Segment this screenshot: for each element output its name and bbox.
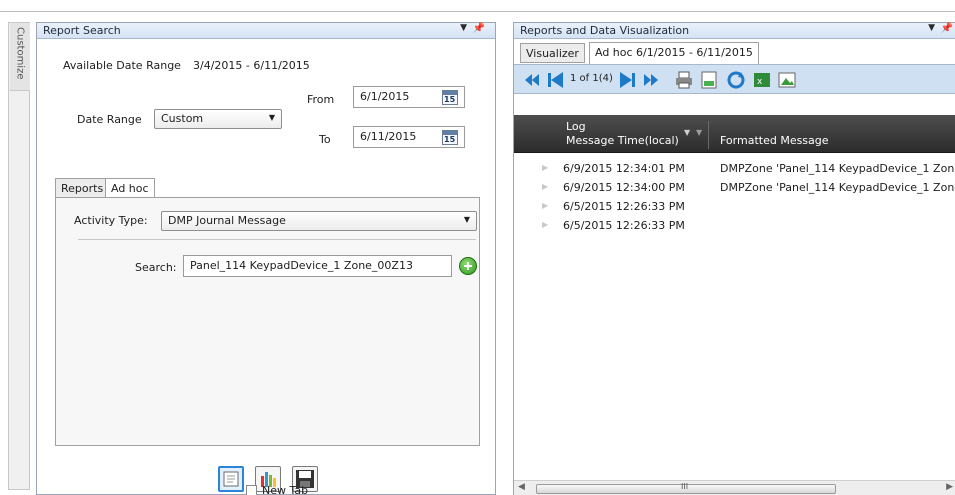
row-expander-icon[interactable]: ▶ (542, 220, 548, 229)
tab-ad-hoc-result[interactable]: Ad hoc 6/1/2015 - 6/11/2015 (589, 42, 759, 64)
report-view-button[interactable] (218, 466, 244, 492)
sort-arrow-icon[interactable]: ▼ (684, 128, 690, 137)
row-time: 6/5/2015 12:26:33 PM (563, 200, 685, 213)
to-label: To (319, 133, 331, 146)
chevron-down-icon: ▼ (463, 215, 470, 224)
tab-reports[interactable]: Reports (55, 178, 110, 198)
visualization-titlebar: Reports and Data Visualization ▼ 📌 (514, 23, 955, 39)
next-page-icon[interactable] (618, 70, 638, 90)
date-range-label: Date Range (77, 113, 142, 126)
date-range-value: Custom (161, 112, 204, 125)
row-time: 6/5/2015 12:26:33 PM (563, 219, 685, 232)
window-top-border (0, 0, 955, 12)
divider (78, 239, 476, 240)
from-date-value: 6/1/2015 (360, 90, 410, 103)
chevron-down-icon: ▼ (268, 113, 275, 122)
last-page-icon[interactable] (641, 70, 661, 90)
new-tab-label: New Tab (262, 484, 309, 495)
row-expander-icon[interactable]: ▶ (542, 182, 548, 191)
column-header-log[interactable]: Log (566, 120, 586, 133)
available-range-label: Available Date Range (63, 59, 181, 72)
horizontal-scrollbar[interactable]: ◀ III ▶ (514, 480, 955, 495)
tab-ad-hoc[interactable]: Ad hoc (105, 178, 155, 199)
scroll-right-icon[interactable]: ▶ (946, 482, 953, 492)
column-divider[interactable] (708, 121, 709, 149)
refresh-icon[interactable] (726, 70, 746, 90)
from-date-field[interactable]: 6/1/2015 15 (353, 86, 465, 108)
row-message: DMPZone 'Panel_114 KeypadDevice_1 Zone (720, 181, 955, 194)
tab-visualizer[interactable]: Visualizer (520, 43, 585, 63)
page-indicator: 1 of 1(4) (570, 73, 613, 84)
row-expander-icon[interactable]: ▶ (542, 163, 548, 172)
first-page-icon[interactable] (522, 70, 542, 90)
new-tab-checkbox[interactable] (246, 485, 257, 495)
table-row[interactable]: ▶ 6/9/2015 12:34:01 PM DMPZone 'Panel_11… (514, 160, 955, 178)
date-range-dropdown[interactable]: Custom ▼ (154, 109, 282, 129)
export-excel-icon[interactable]: x (752, 70, 772, 90)
search-input[interactable]: Panel_114 KeypadDevice_1 Zone_00Z13 (183, 255, 452, 277)
panel-menu-dropdown-icon[interactable]: ▼ (928, 23, 935, 33)
pin-icon[interactable]: 📌 (941, 23, 953, 34)
print-icon[interactable] (674, 70, 694, 90)
scrollbar-thumb[interactable]: III (536, 482, 836, 494)
column-header-message-time[interactable]: Message Time(local) (566, 134, 679, 147)
application-window: Customize Report Search ▼ 📌 Available Da… (0, 0, 955, 495)
to-date-value: 6/11/2015 (360, 130, 417, 143)
grid-header: Log Message Time(local) ▼ ▼ Formatted Me… (514, 115, 955, 153)
activity-type-dropdown[interactable]: DMP Journal Message ▼ (161, 211, 477, 231)
svg-text:x: x (757, 77, 763, 87)
row-message: DMPZone 'Panel_114 KeypadDevice_1 Zone (720, 162, 955, 175)
customize-strip: Customize (8, 22, 30, 490)
to-date-field[interactable]: 6/11/2015 15 (353, 126, 465, 148)
report-toolbar: 1 of 1(4) x (514, 64, 955, 94)
calendar-icon[interactable]: 15 (442, 130, 458, 145)
report-search-title: Report Search (43, 24, 121, 37)
search-label: Search: (135, 261, 177, 274)
visualization-title: Reports and Data Visualization (520, 24, 690, 37)
table-row[interactable]: ▶ 6/5/2015 12:26:33 PM (514, 198, 955, 216)
activity-type-label: Activity Type: (74, 214, 148, 227)
column-header-formatted-message[interactable]: Formatted Message (720, 134, 829, 147)
activity-type-value: DMP Journal Message (168, 214, 286, 227)
customize-label: Customize (14, 27, 26, 80)
table-row[interactable]: ▶ 6/9/2015 12:34:00 PM DMPZone 'Panel_11… (514, 179, 955, 197)
previous-page-icon[interactable] (545, 70, 565, 90)
ad-hoc-tab-content: Activity Type: DMP Journal Message ▼ Sea… (55, 197, 480, 446)
calendar-icon[interactable]: 15 (442, 90, 458, 105)
visualization-panel: Reports and Data Visualization ▼ 📌 Visua… (513, 22, 955, 495)
row-expander-icon[interactable]: ▶ (542, 201, 548, 210)
available-range-value: 3/4/2015 - 6/11/2015 (193, 59, 310, 72)
table-row[interactable]: ▶ 6/5/2015 12:26:33 PM (514, 217, 955, 235)
filter-icon[interactable]: ▼ (696, 128, 702, 137)
scroll-grip: III (681, 482, 689, 491)
export-image-icon[interactable] (777, 70, 797, 90)
customize-tab[interactable]: Customize (10, 23, 30, 91)
search-value: Panel_114 KeypadDevice_1 Zone_00Z13 (190, 259, 413, 272)
report-search-panel: Report Search ▼ 📌 Available Date Range 3… (36, 22, 496, 495)
row-time: 6/9/2015 12:34:01 PM (563, 162, 685, 175)
row-time: 6/9/2015 12:34:00 PM (563, 181, 685, 194)
add-criteria-icon[interactable] (459, 257, 477, 275)
export-page-icon[interactable] (699, 70, 719, 90)
report-search-titlebar: Report Search ▼ 📌 (37, 23, 495, 39)
from-label: From (307, 93, 335, 106)
scroll-left-icon[interactable]: ◀ (518, 482, 525, 492)
panel-menu-dropdown-icon[interactable]: ▼ (460, 23, 467, 33)
pin-icon[interactable]: 📌 (473, 23, 485, 34)
